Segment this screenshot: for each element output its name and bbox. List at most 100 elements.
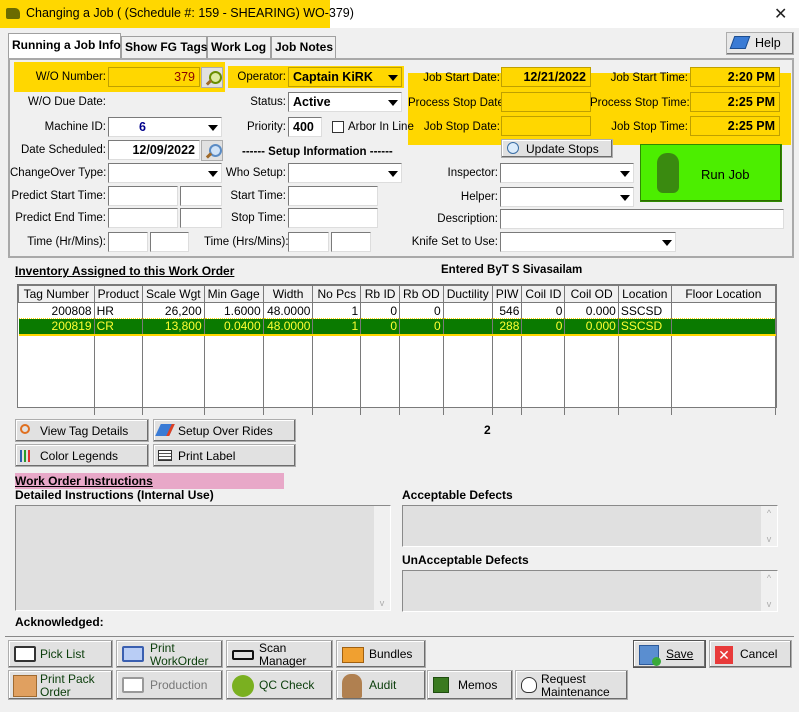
- audit-button[interactable]: Audit: [336, 670, 426, 700]
- cancel-button[interactable]: ✕ Cancel: [709, 640, 792, 668]
- printer-icon: [14, 646, 36, 662]
- description-field[interactable]: [500, 209, 784, 229]
- predict-start-date-field[interactable]: [108, 186, 178, 206]
- acceptable-defects-textarea[interactable]: ^ v: [402, 505, 778, 547]
- wo-number-field[interactable]: 379: [108, 67, 200, 87]
- process-stop-date-field[interactable]: [501, 92, 591, 112]
- scroll-down-icon[interactable]: v: [761, 534, 777, 544]
- helper-select[interactable]: [500, 187, 634, 207]
- production-button[interactable]: Production: [116, 670, 223, 700]
- machine-id-select[interactable]: 6: [108, 117, 222, 137]
- status-select[interactable]: Active: [288, 92, 402, 112]
- detailed-instructions-label: Detailed Instructions (Internal Use): [15, 488, 214, 502]
- time-mins-field[interactable]: [150, 232, 189, 252]
- column-header[interactable]: PIW: [491, 285, 523, 303]
- column-header[interactable]: Ductility: [442, 285, 493, 303]
- empty-cell: [312, 366, 362, 383]
- operator-select[interactable]: Captain KiRK: [288, 67, 402, 87]
- job-stop-time-field[interactable]: 2:25 PM: [690, 116, 780, 136]
- job-stop-date-field[interactable]: [501, 116, 591, 136]
- predict-end-date-field[interactable]: [108, 208, 178, 228]
- pick-list-button[interactable]: Pick List: [8, 640, 113, 668]
- predict-start-time-field[interactable]: [180, 186, 222, 206]
- inspector-select[interactable]: [500, 163, 634, 183]
- run-job-button[interactable]: Run Job: [640, 144, 782, 202]
- column-header[interactable]: Scale Wgt: [141, 285, 205, 303]
- wo-lookup-icon[interactable]: [201, 67, 223, 88]
- column-header[interactable]: Coil ID: [521, 285, 566, 303]
- print-pack-order-button[interactable]: Print Pack Order: [8, 670, 113, 700]
- scrollbar[interactable]: v: [374, 506, 390, 610]
- scan-manager-button[interactable]: Scan Manager: [226, 640, 333, 668]
- setup-start-time-field[interactable]: [288, 186, 378, 206]
- process-stop-time-field[interactable]: 2:25 PM: [690, 92, 780, 112]
- save-button[interactable]: Save: [633, 640, 706, 668]
- knife-set-select[interactable]: [500, 232, 676, 252]
- production-label: Production: [150, 678, 208, 692]
- empty-cell: [521, 398, 566, 415]
- empty-cell: [142, 398, 205, 415]
- view-tag-details-button[interactable]: View Tag Details: [15, 419, 149, 442]
- changeover-type-select[interactable]: [108, 163, 222, 183]
- table-cell: 48.0000: [263, 302, 314, 319]
- column-header[interactable]: Width: [262, 285, 314, 303]
- request-maintenance-button[interactable]: Request Maintenance: [515, 670, 628, 700]
- arbor-in-line-checkbox[interactable]: [332, 121, 344, 133]
- setup-time-hrs-field[interactable]: [288, 232, 329, 252]
- column-header[interactable]: Product: [93, 285, 143, 303]
- column-header[interactable]: Coil OD: [564, 285, 619, 303]
- print-label-button[interactable]: Print Label: [153, 444, 296, 467]
- scroll-up-icon[interactable]: ^: [761, 573, 777, 583]
- table-row[interactable]: 200819 CR 13,800 0.0400 48.0000 1 0 0 288 0 0.000 S…: [18, 318, 777, 336]
- table-cell: [671, 318, 777, 336]
- column-header[interactable]: No Pcs: [312, 285, 362, 303]
- empty-cell: [492, 382, 523, 399]
- calendar-lookup-icon[interactable]: [201, 140, 223, 161]
- who-setup-select[interactable]: [288, 163, 402, 183]
- inventory-grid[interactable]: Tag Number Product Scale Wgt Min Gage Width N…: [17, 284, 777, 415]
- detailed-instructions-textarea[interactable]: v: [15, 505, 391, 611]
- column-header[interactable]: Rb OD: [399, 285, 444, 303]
- inventory-header-row: Tag Number Product Scale Wgt Min Gage Width N…: [18, 285, 777, 303]
- tab-work-log[interactable]: Work Log: [207, 36, 271, 58]
- box-icon: [13, 675, 37, 697]
- scrollbar[interactable]: ^ v: [761, 571, 777, 611]
- scroll-down-icon[interactable]: v: [761, 599, 777, 609]
- bundles-button[interactable]: Bundles: [336, 640, 426, 668]
- memos-button[interactable]: Memos: [427, 670, 513, 700]
- column-header[interactable]: Location: [617, 285, 672, 303]
- setup-time-mins-field[interactable]: [331, 232, 371, 252]
- inventory-body: 200808 HR 26,200 1.6000 48.0000 1 0 0 546 0 0.000 S…: [18, 302, 777, 415]
- empty-cell: [312, 350, 362, 367]
- predict-end-time-field[interactable]: [180, 208, 222, 228]
- inventory-table: Tag Number Product Scale Wgt Min Gage Width N…: [18, 285, 777, 415]
- column-header[interactable]: Min Gage: [203, 285, 264, 303]
- unacceptable-defects-textarea[interactable]: ^ v: [402, 570, 778, 612]
- tab-running-a-job-info[interactable]: Running a Job Info: [8, 33, 121, 58]
- chevron-down-icon: [208, 125, 218, 131]
- print-workorder-button[interactable]: Print WorkOrder: [116, 640, 223, 668]
- empty-row: [18, 334, 777, 351]
- date-scheduled-field[interactable]: 12/09/2022: [108, 140, 200, 160]
- empty-row: [18, 382, 777, 399]
- time-hr-field[interactable]: [108, 232, 148, 252]
- scrollbar[interactable]: ^ v: [761, 506, 777, 546]
- table-cell: 1.6000: [204, 302, 264, 319]
- qc-check-button[interactable]: QC Check: [226, 670, 333, 700]
- tab-job-notes[interactable]: Job Notes: [271, 36, 336, 58]
- print-pack-order-label-2: Order: [40, 685, 71, 699]
- color-legends-button[interactable]: Color Legends: [15, 444, 149, 467]
- table-row[interactable]: 200808 HR 26,200 1.6000 48.0000 1 0 0 546 0 0.000 S…: [18, 302, 777, 319]
- scroll-down-icon[interactable]: v: [374, 598, 390, 608]
- scroll-up-icon[interactable]: ^: [761, 508, 777, 518]
- job-start-time-field[interactable]: 2:20 PM: [690, 67, 780, 87]
- column-header[interactable]: Tag Number: [18, 285, 95, 303]
- tab-show-fg-tags[interactable]: Show FG Tags: [121, 36, 207, 58]
- setup-over-rides-button[interactable]: Setup Over Rides: [153, 419, 296, 442]
- job-start-date-field[interactable]: 12/21/2022: [501, 67, 591, 87]
- close-icon[interactable]: ✕: [774, 4, 787, 24]
- setup-stop-time-field[interactable]: [288, 208, 378, 228]
- column-header[interactable]: Rb ID: [360, 285, 401, 303]
- priority-field[interactable]: 400: [288, 117, 322, 137]
- column-header[interactable]: Floor Location: [670, 285, 777, 303]
